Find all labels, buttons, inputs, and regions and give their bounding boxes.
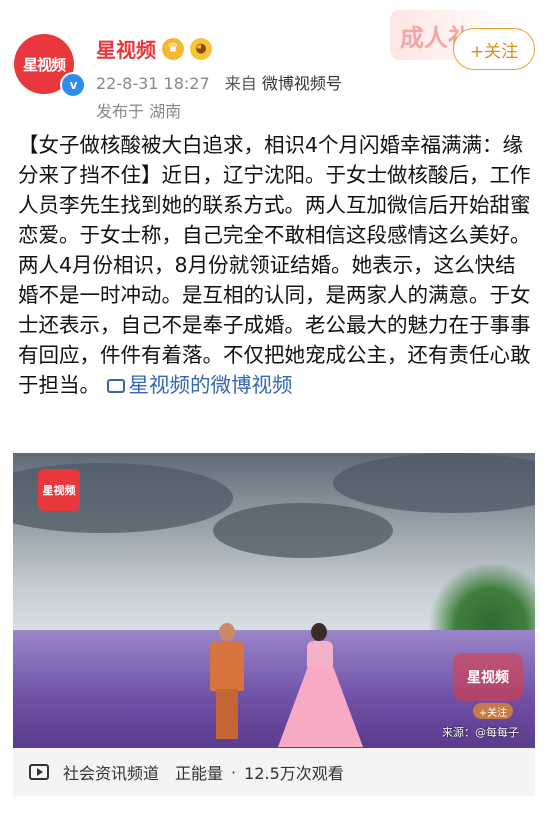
video-groom — [208, 623, 246, 743]
energy-label: 正能量 — [175, 764, 224, 783]
post-source: 来自 微博视频号 — [225, 74, 342, 93]
video-bride — [273, 623, 368, 748]
author-row: 星视频 ♛ ◕ — [96, 34, 212, 63]
play-icon — [29, 764, 49, 780]
post-location: 发布于 湖南 — [96, 102, 182, 121]
view-count: 12.5万次观看 — [244, 764, 344, 783]
video-link-label: 星视频的微博视频 — [128, 373, 293, 397]
video-footer[interactable]: 社会资讯频道 正能量 · 12.5万次观看 — [13, 748, 535, 796]
video-player[interactable]: 星视频 星视频 +关注 来源：@每每子 — [13, 453, 535, 748]
source-prefix: 来自 — [224, 74, 257, 93]
follow-button[interactable]: +关注 — [453, 28, 535, 70]
video-watermark-follow: +关注 — [473, 703, 513, 719]
post-time: 22-8-31 18:27 — [96, 74, 210, 93]
channel-label: 社会资讯频道 — [63, 764, 160, 783]
avatar[interactable]: 星视频 v — [14, 34, 86, 98]
video-link[interactable]: 星视频的微博视频 — [106, 373, 293, 397]
fish-badge-icon: ◕ — [190, 37, 212, 60]
author-name[interactable]: 星视频 — [96, 34, 156, 63]
video-cloud — [213, 503, 393, 558]
video-source-credit: 来源：@每每子 — [442, 726, 519, 739]
crown-badge-icon: ♛ — [162, 37, 184, 60]
verified-icon: v — [60, 72, 86, 98]
source-name[interactable]: 微博视频号 — [262, 74, 342, 93]
post-text: 【女子做核酸被大白追求，相识4个月闪婚幸福满满：缘分来了挡不住】近日，辽宁沈阳。… — [18, 133, 531, 397]
post-meta: 22-8-31 18:27 来自 微博视频号 — [96, 70, 342, 94]
post-content: 【女子做核酸被大白追求，相识4个月闪婚幸福满满：缘分来了挡不住】近日，辽宁沈阳。… — [18, 130, 533, 400]
avatar-logo-text: 星视频 — [22, 55, 66, 74]
video-logo: 星视频 — [38, 469, 80, 511]
footer-separator: · — [231, 762, 237, 782]
video-camera-icon — [106, 379, 125, 393]
video-watermark: 星视频 — [453, 653, 523, 701]
